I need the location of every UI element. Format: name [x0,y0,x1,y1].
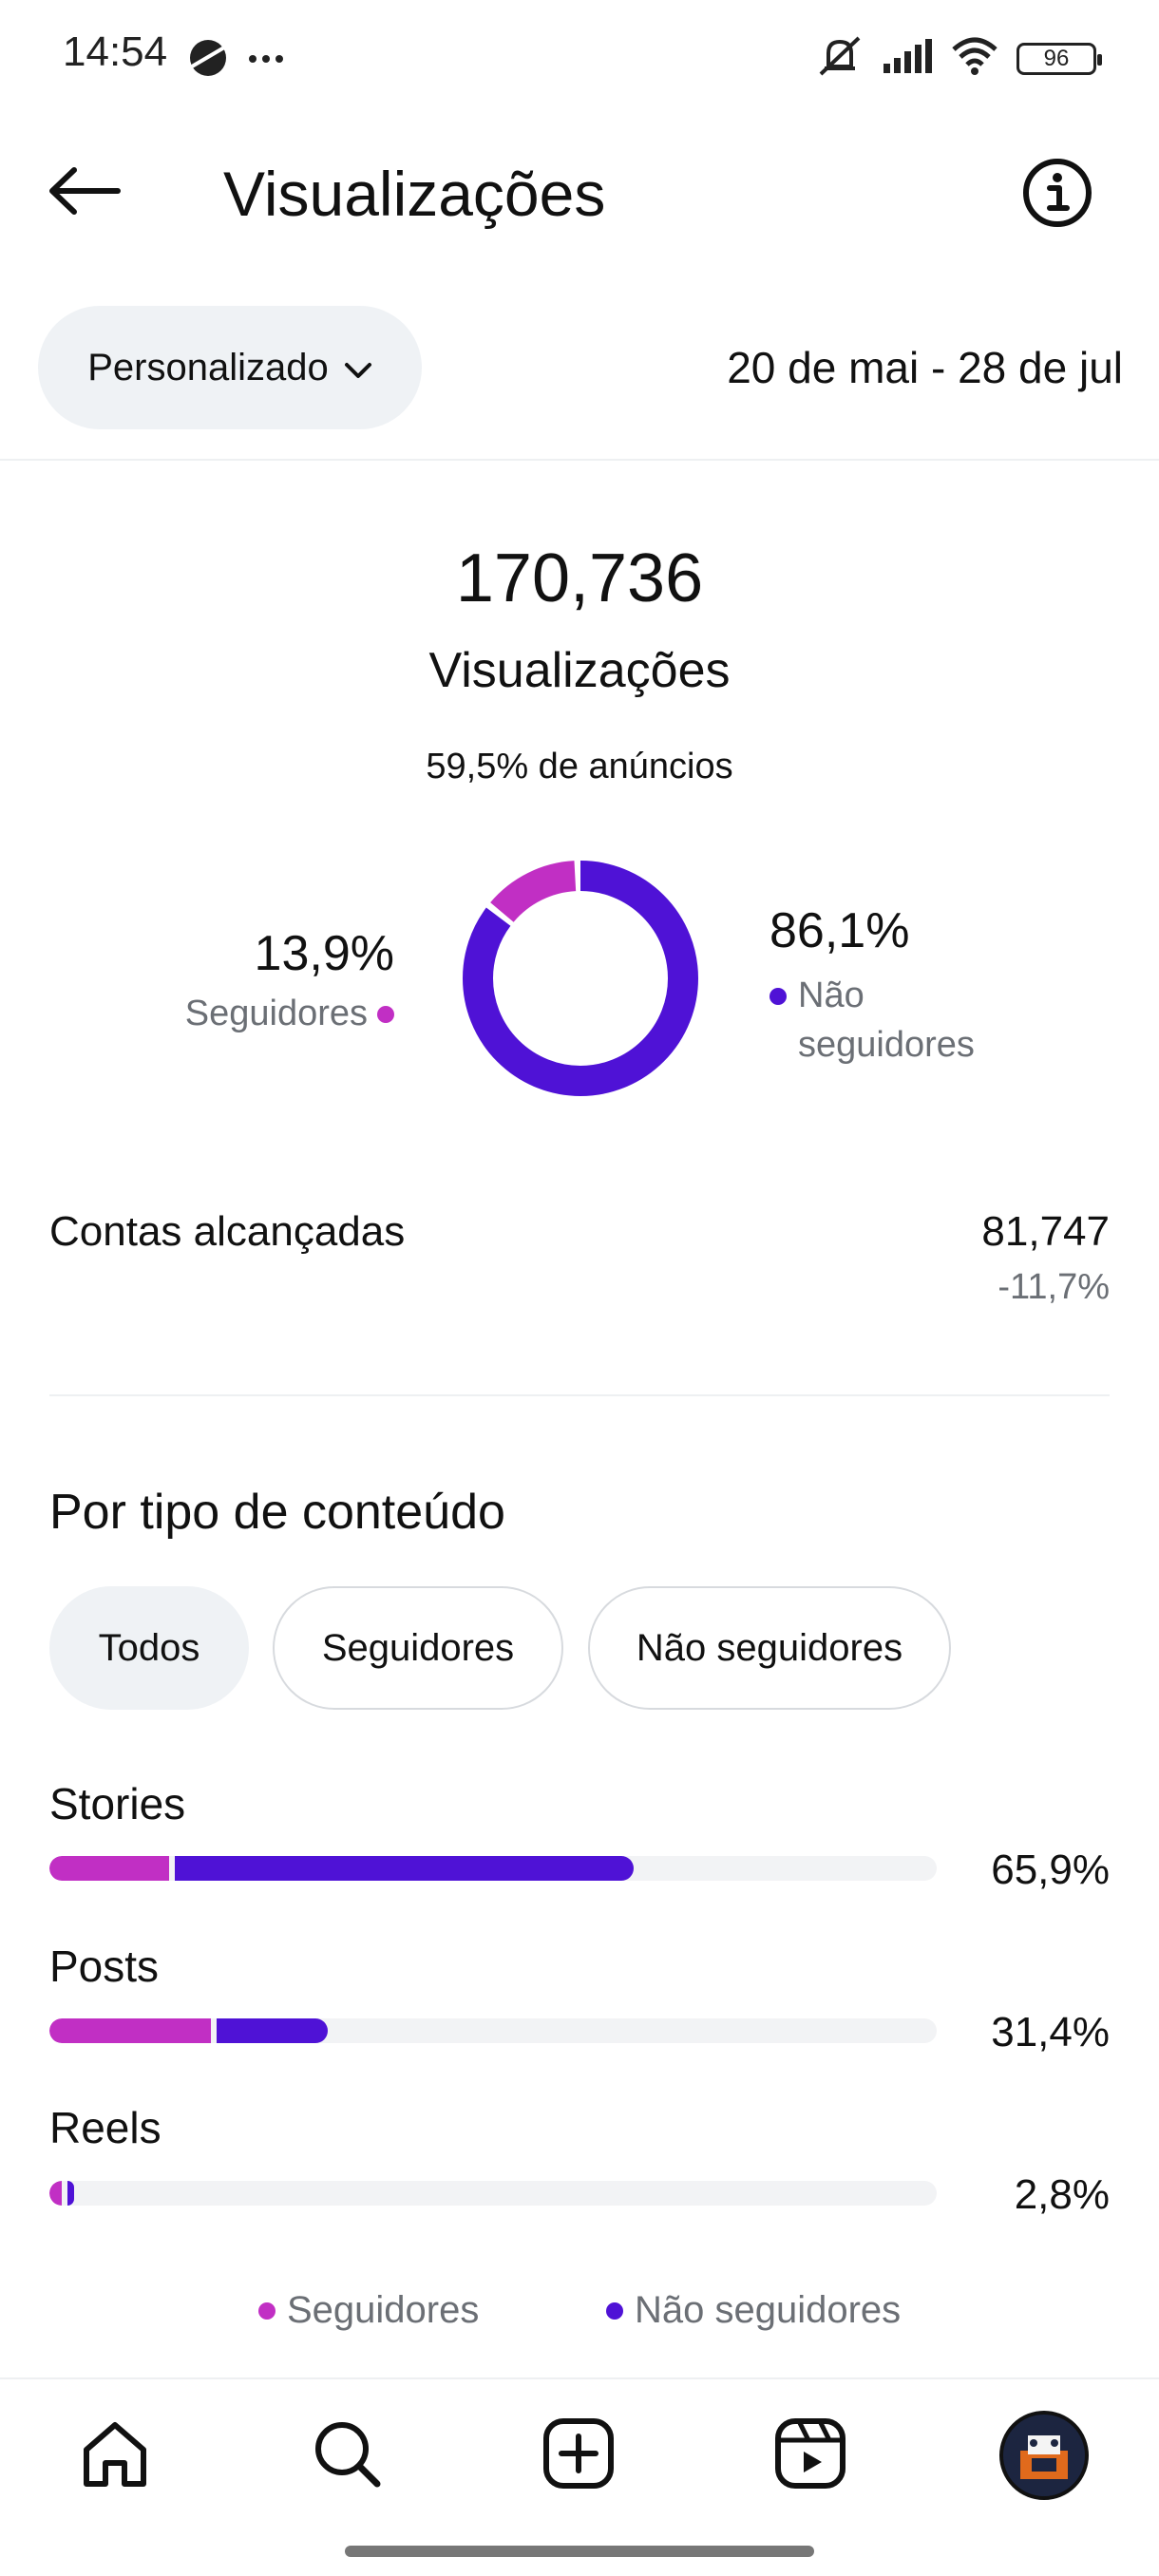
bar-nonfollowers-reels [67,2181,75,2206]
bar-nonfollowers-stories [175,1856,635,1881]
search-icon [309,2415,385,2496]
nonfollowers-legend: Não seguidores [770,971,975,1070]
bar-nonfollowers-posts [216,2018,329,2043]
accounts-reached-label: Contas alcançadas [49,1208,406,1255]
audience-donut-chart [463,861,698,1096]
bar-followers-stories [49,1856,170,1881]
info-button[interactable] [1021,157,1093,229]
bar-track-reels [49,2181,937,2206]
followers-legend: Seguidores [185,994,394,1034]
row-label-reels: Reels [49,2103,162,2152]
page-title: Visualizações [223,159,606,229]
battery-icon: 96 [1016,42,1102,75]
arrow-left-icon [48,166,122,219]
nonfollowers-label-line2: seguidores [798,1025,975,1065]
row-pct-posts: 31,4% [991,2009,1110,2055]
nav-search[interactable] [304,2413,390,2498]
tab-seguidores[interactable]: Seguidores [273,1586,563,1710]
followers-label: Seguidores [184,994,368,1033]
info-icon [1021,159,1093,233]
period-label: Personalizado [87,346,329,388]
ads-percentage: 59,5% de anúncios [426,747,733,786]
avatar-image [1020,2435,1068,2479]
divider [0,459,1159,461]
nav-divider [0,2377,1159,2379]
period-dropdown[interactable]: Personalizado [38,306,422,429]
bar-track-stories [49,1856,937,1881]
planet-icon [186,36,230,85]
nonfollowers-label-line1: Não [798,975,864,1015]
row-pct-reels: 2,8% [1014,2171,1110,2218]
reels-icon [772,2415,848,2496]
tab-todos[interactable]: Todos [49,1586,249,1710]
total-views-label: Visualizações [428,643,731,698]
row-pct-stories: 65,9% [991,1847,1110,1893]
followers-dot [377,1005,394,1023]
date-range[interactable]: 20 de mai - 28 de jul [727,342,1123,393]
back-button[interactable] [48,160,124,226]
signal-icon [882,37,933,80]
row-label-posts: Posts [49,1941,160,1991]
legend-nonfollowers-label: Não seguidores [635,2289,902,2331]
status-time: 14:54 [63,28,168,75]
chevron-down-icon [344,347,372,389]
divider [49,1394,1110,1396]
legend-followers-label: Seguidores [287,2289,480,2331]
bar-track-posts [49,2018,937,2043]
profile-avatar[interactable] [999,2411,1089,2500]
legend-followers: Seguidores [258,2289,479,2332]
home-icon [77,2415,153,2496]
more-dots-icon [247,52,285,69]
status-right-icons: 96 [815,34,1102,83]
total-views-value: 170,736 [455,540,704,616]
nav-home[interactable] [72,2413,158,2498]
legend-followers-dot [258,2301,276,2320]
nav-reels[interactable] [768,2413,853,2498]
accounts-reached-change: -11,7% [998,1267,1110,1307]
tab-nao-seguidores[interactable]: Não seguidores [588,1586,951,1710]
bar-followers-posts [49,2018,211,2043]
nav-create[interactable] [536,2413,621,2498]
wifi-icon [950,36,999,81]
row-label-stories: Stories [49,1779,186,1828]
create-icon [541,2415,617,2496]
nonfollowers-dot [770,988,787,1005]
accounts-reached-value: 81,747 [981,1208,1110,1255]
legend-nonfollowers: Não seguidores [606,2289,901,2332]
bar-followers-reels [49,2181,63,2206]
nonfollowers-percentage: 86,1% [770,903,910,958]
battery-level: 96 [1043,45,1070,71]
home-indicator[interactable] [345,2546,814,2557]
status-left-icons [186,36,285,85]
section-title: Por tipo de conteúdo [49,1485,505,1540]
legend-nonfollowers-dot [606,2301,623,2320]
mute-icon [815,34,864,83]
followers-percentage: 13,9% [254,926,394,981]
